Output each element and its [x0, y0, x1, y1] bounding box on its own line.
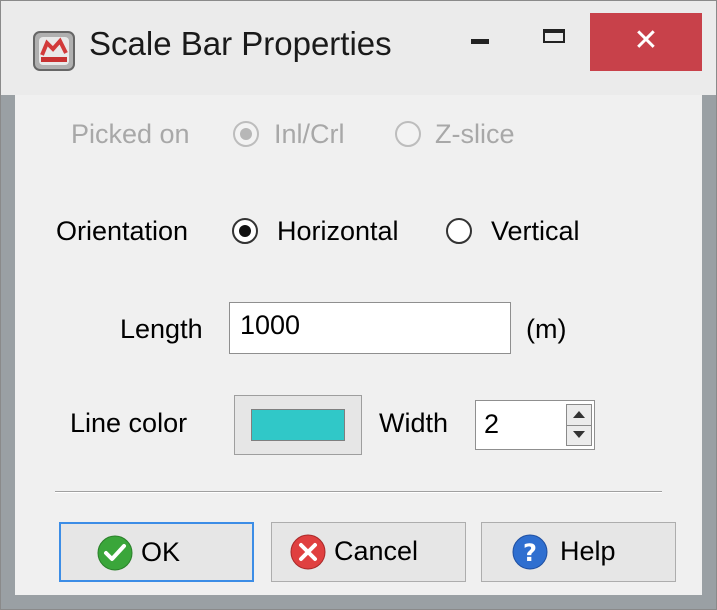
ok-button[interactable]: OK [59, 522, 254, 582]
length-label: Length [120, 314, 203, 344]
line-color-button[interactable] [234, 395, 362, 455]
help-icon: ? [512, 534, 548, 570]
length-input[interactable]: 1000 [229, 302, 511, 354]
close-icon: ✕ [633, 24, 659, 57]
radio-horizontal[interactable] [232, 218, 258, 244]
help-label: Help [560, 536, 616, 566]
radio-z-slice[interactable] [395, 121, 421, 147]
color-swatch [251, 409, 345, 441]
radio-inl-crl-label: Inl/Crl [274, 119, 345, 149]
cancel-label: Cancel [334, 536, 419, 566]
cancel-icon [290, 534, 326, 570]
radio-z-slice-label: Z-slice [435, 119, 515, 149]
ok-label: OK [141, 537, 181, 567]
width-spinner[interactable]: 2 [475, 400, 595, 450]
radio-vertical[interactable] [446, 218, 472, 244]
window-title: Scale Bar Properties [89, 25, 392, 62]
dialog-body: Picked on Inl/Crl Z-slice Orientation Ho… [15, 95, 702, 595]
radio-horizontal-label: Horizontal [277, 216, 399, 246]
close-button[interactable]: ✕ [590, 13, 702, 71]
width-value: 2 [484, 409, 500, 439]
spinner-buttons [566, 404, 592, 446]
length-unit: (m) [526, 314, 567, 344]
width-label: Width [379, 408, 449, 438]
spin-down-icon[interactable] [567, 425, 591, 445]
radio-inl-crl[interactable] [233, 121, 259, 147]
spin-up-icon[interactable] [567, 405, 591, 426]
cancel-button[interactable]: Cancel [271, 522, 466, 582]
svg-text:?: ? [523, 539, 537, 567]
minimize-icon[interactable] [471, 39, 489, 44]
maximize-icon[interactable] [543, 29, 565, 43]
orientation-label: Orientation [56, 216, 189, 246]
help-button[interactable]: ? Help [481, 522, 676, 582]
separator [55, 491, 662, 493]
picked-on-label: Picked on [71, 119, 190, 149]
line-color-label: Line color [70, 408, 188, 438]
title-bar[interactable]: Scale Bar Properties ✕ [1, 1, 716, 95]
checkmark-icon [97, 535, 133, 571]
radio-vertical-label: Vertical [491, 216, 580, 246]
dialog-window: Scale Bar Properties ✕ Picked on Inl/Crl… [0, 0, 717, 610]
app-icon [33, 31, 75, 71]
